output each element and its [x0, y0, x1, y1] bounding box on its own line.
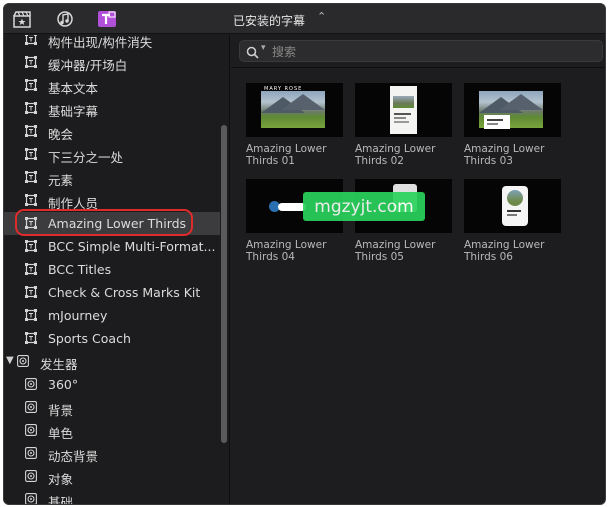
- sidebar-item-label: 对象: [48, 472, 74, 487]
- watermark: mgzyjt.com: [303, 192, 425, 221]
- generator-icon: [25, 470, 37, 482]
- sidebar-item-label: mJourney: [48, 308, 108, 323]
- divider: [231, 67, 605, 68]
- title-tile[interactable]: Amazing Lower Thirds 06: [464, 179, 562, 263]
- sidebar-item[interactable]: BCC Titles: [4, 258, 220, 281]
- title-frame-icon: [25, 263, 37, 275]
- generator-icon: [25, 401, 37, 413]
- sidebar-item[interactable]: 对象: [4, 465, 220, 488]
- browser-toolbar: 已安装的字幕 ⌃: [4, 4, 605, 34]
- sidebar-item-label: Sports Coach: [48, 331, 131, 346]
- generator-icon: [25, 447, 37, 459]
- sidebar-item-label: 基础字幕: [48, 104, 99, 119]
- generator-icon: [25, 378, 37, 390]
- sidebar-item-label: 构件出现/构件消失: [48, 35, 153, 50]
- generator-icon: [17, 355, 29, 367]
- sidebar-item[interactable]: Check & Cross Marks Kit: [4, 281, 220, 304]
- search-field[interactable]: ▾: [239, 40, 603, 62]
- sidebar-item-label: 缓冲器/开场白: [48, 58, 128, 73]
- search-icon[interactable]: [246, 44, 259, 63]
- sidebar-item-label: 背景: [48, 403, 74, 418]
- title-frame-icon: [25, 56, 37, 68]
- title-frame-icon: [25, 332, 37, 344]
- chevron-updown-icon[interactable]: ⌃: [317, 10, 326, 23]
- title-frame-icon: [25, 171, 37, 183]
- title-tile[interactable]: MARY ROSE Amazing Lower Thirds 01: [246, 83, 344, 167]
- tile-name: Amazing Lower Thirds 03: [464, 143, 545, 167]
- sidebar-item[interactable]: 单色: [4, 419, 220, 442]
- music-note-icon[interactable]: [54, 9, 76, 29]
- sidebar-item[interactable]: BCC Simple Multi-Format...: [4, 235, 220, 258]
- tile-name: Amazing Lower Thirds 04: [246, 239, 327, 263]
- library-title[interactable]: 已安装的字幕: [233, 12, 305, 29]
- tile-thumbnail: [464, 179, 561, 233]
- sidebar-item[interactable]: Sports Coach: [4, 327, 220, 350]
- title-tile[interactable]: Amazing Lower Thirds 02: [355, 83, 453, 167]
- sidebar-item-label: 晚会: [48, 127, 74, 142]
- tile-thumbnail: MARY ROSE: [246, 83, 343, 137]
- thumbnail-title-text: MARY ROSE: [264, 86, 303, 92]
- title-frame-icon: [25, 102, 37, 114]
- sidebar-item-label: 动态背景: [48, 449, 99, 464]
- sidebar-item[interactable]: mJourney: [4, 304, 220, 327]
- tile-thumbnail: [355, 83, 452, 137]
- title-frame-icon: [25, 148, 37, 160]
- final-cut-browser-window: 已安装的字幕 ⌃ 构件出现/构件消失 缓冲器/开场白 基本文本基础字幕晚会下三分之一…: [3, 3, 606, 505]
- generator-icon: [25, 493, 37, 504]
- sidebar-item[interactable]: 下三分之一处: [4, 143, 220, 166]
- sidebar-item[interactable]: 构件出现/构件消失: [4, 35, 220, 51]
- sidebar-item[interactable]: 晚会: [4, 120, 220, 143]
- title-frame-icon: [25, 79, 37, 91]
- sidebar-item-label: 下三分之一处: [48, 150, 124, 165]
- highlight-annotation: [15, 209, 193, 236]
- sidebar-item-label: 元素: [48, 173, 74, 188]
- title-frame-icon: [25, 309, 37, 321]
- tile-name: Amazing Lower Thirds 05: [355, 239, 436, 263]
- sidebar-group[interactable]: ▼ 发生器: [4, 350, 220, 373]
- title-tile[interactable]: Amazing Lower Thirds 03: [464, 83, 562, 167]
- sidebar-item-label: 发生器: [40, 357, 78, 372]
- sidebar-item-label: 基本文本: [48, 81, 99, 96]
- sidebar-item[interactable]: 基础字幕: [4, 97, 220, 120]
- sidebar-item-label: BCC Simple Multi-Format...: [48, 239, 216, 254]
- sidebar-item[interactable]: 缓冲器/开场白: [4, 51, 220, 74]
- sidebar-item-label: Check & Cross Marks Kit: [48, 285, 201, 300]
- sidebar-item[interactable]: 360°: [4, 373, 220, 396]
- chevron-down-icon[interactable]: ▾: [261, 43, 266, 53]
- sidebar: 构件出现/构件消失 缓冲器/开场白 基本文本 基础字幕 晚会 下三分之一处 元素 制作人员 Am…: [4, 35, 230, 505]
- titles-icon[interactable]: [96, 9, 118, 29]
- sidebar-item[interactable]: 背景: [4, 396, 220, 419]
- sidebar-item-label: BCC Titles: [48, 262, 112, 277]
- title-frame-icon: [25, 35, 37, 45]
- sidebar-item[interactable]: 元素: [4, 166, 220, 189]
- sidebar-scrollbar[interactable]: [221, 125, 227, 443]
- clapper-star-icon[interactable]: [11, 9, 33, 29]
- tile-name: Amazing Lower Thirds 01: [246, 143, 327, 167]
- title-frame-icon: [25, 240, 37, 252]
- title-frame-icon: [25, 125, 37, 137]
- sidebar-item[interactable]: 动态背景: [4, 442, 220, 465]
- sidebar-item[interactable]: 基本文本: [4, 74, 220, 97]
- title-frame-icon: [25, 194, 37, 206]
- title-frame-icon: [25, 286, 37, 298]
- sidebar-item[interactable]: 基础: [4, 488, 220, 505]
- tile-thumbnail: [464, 83, 561, 137]
- sidebar-item-label: 单色: [48, 426, 74, 441]
- generator-icon: [25, 424, 37, 436]
- tile-name: Amazing Lower Thirds 06: [464, 239, 545, 263]
- disclosure-triangle-icon[interactable]: ▼: [6, 355, 14, 366]
- tile-name: Amazing Lower Thirds 02: [355, 143, 436, 167]
- sidebar-item-label: 360°: [48, 377, 79, 392]
- sidebar-item-label: 基础: [48, 495, 74, 505]
- search-input[interactable]: [272, 43, 592, 60]
- browser-content: ▾ MARY ROSE Amazing Lower Thirds 01: [231, 35, 605, 504]
